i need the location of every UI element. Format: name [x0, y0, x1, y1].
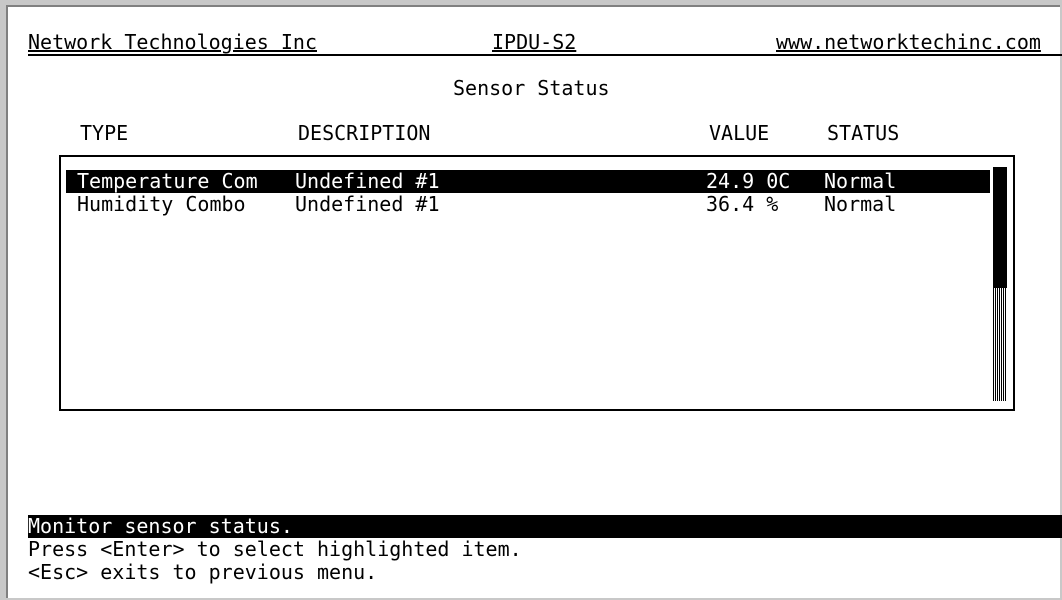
- status-text: Monitor sensor status.: [28, 514, 293, 538]
- row-type: Temperature Com: [77, 169, 258, 193]
- row-status: Normal: [824, 169, 897, 193]
- scrollbar-thumb[interactable]: [993, 167, 1007, 288]
- website-url: www.networktechinc.com: [776, 30, 1041, 54]
- scrollbar-track[interactable]: [993, 288, 1007, 401]
- column-header-type: TYPE: [80, 121, 129, 145]
- row-status: Normal: [824, 192, 897, 216]
- sensor-row[interactable]: Humidity Combo Undefined #1 36.4 % Norma…: [66, 193, 990, 216]
- terminal-screen: Network Technologies Inc IPDU-S2 www.net…: [6, 5, 1062, 598]
- device-model: IPDU-S2: [492, 30, 577, 54]
- status-bar: Monitor sensor status.: [28, 515, 1062, 538]
- help-enter: Press <Enter> to select highlighted item…: [28, 537, 522, 561]
- column-header-description: DESCRIPTION: [298, 121, 431, 145]
- column-header-value: VALUE: [709, 121, 770, 145]
- row-value: 24.9 0C: [706, 169, 791, 193]
- list-scrollbar[interactable]: [993, 167, 1007, 401]
- help-esc: <Esc> exits to previous menu.: [28, 560, 378, 584]
- row-value: 36.4 %: [706, 192, 779, 216]
- page-title: Sensor Status: [453, 76, 610, 100]
- company-name: Network Technologies Inc: [28, 30, 317, 54]
- row-description: Undefined #1: [295, 192, 440, 216]
- column-header-status: STATUS: [827, 121, 900, 145]
- row-description: Undefined #1: [295, 169, 440, 193]
- sensor-row-selected[interactable]: Temperature Com Undefined #1 24.9 0C Nor…: [66, 170, 990, 193]
- row-type: Humidity Combo: [77, 192, 246, 216]
- header-rule: [28, 54, 1062, 56]
- sensor-list[interactable]: Temperature Com Undefined #1 24.9 0C Nor…: [59, 155, 1015, 411]
